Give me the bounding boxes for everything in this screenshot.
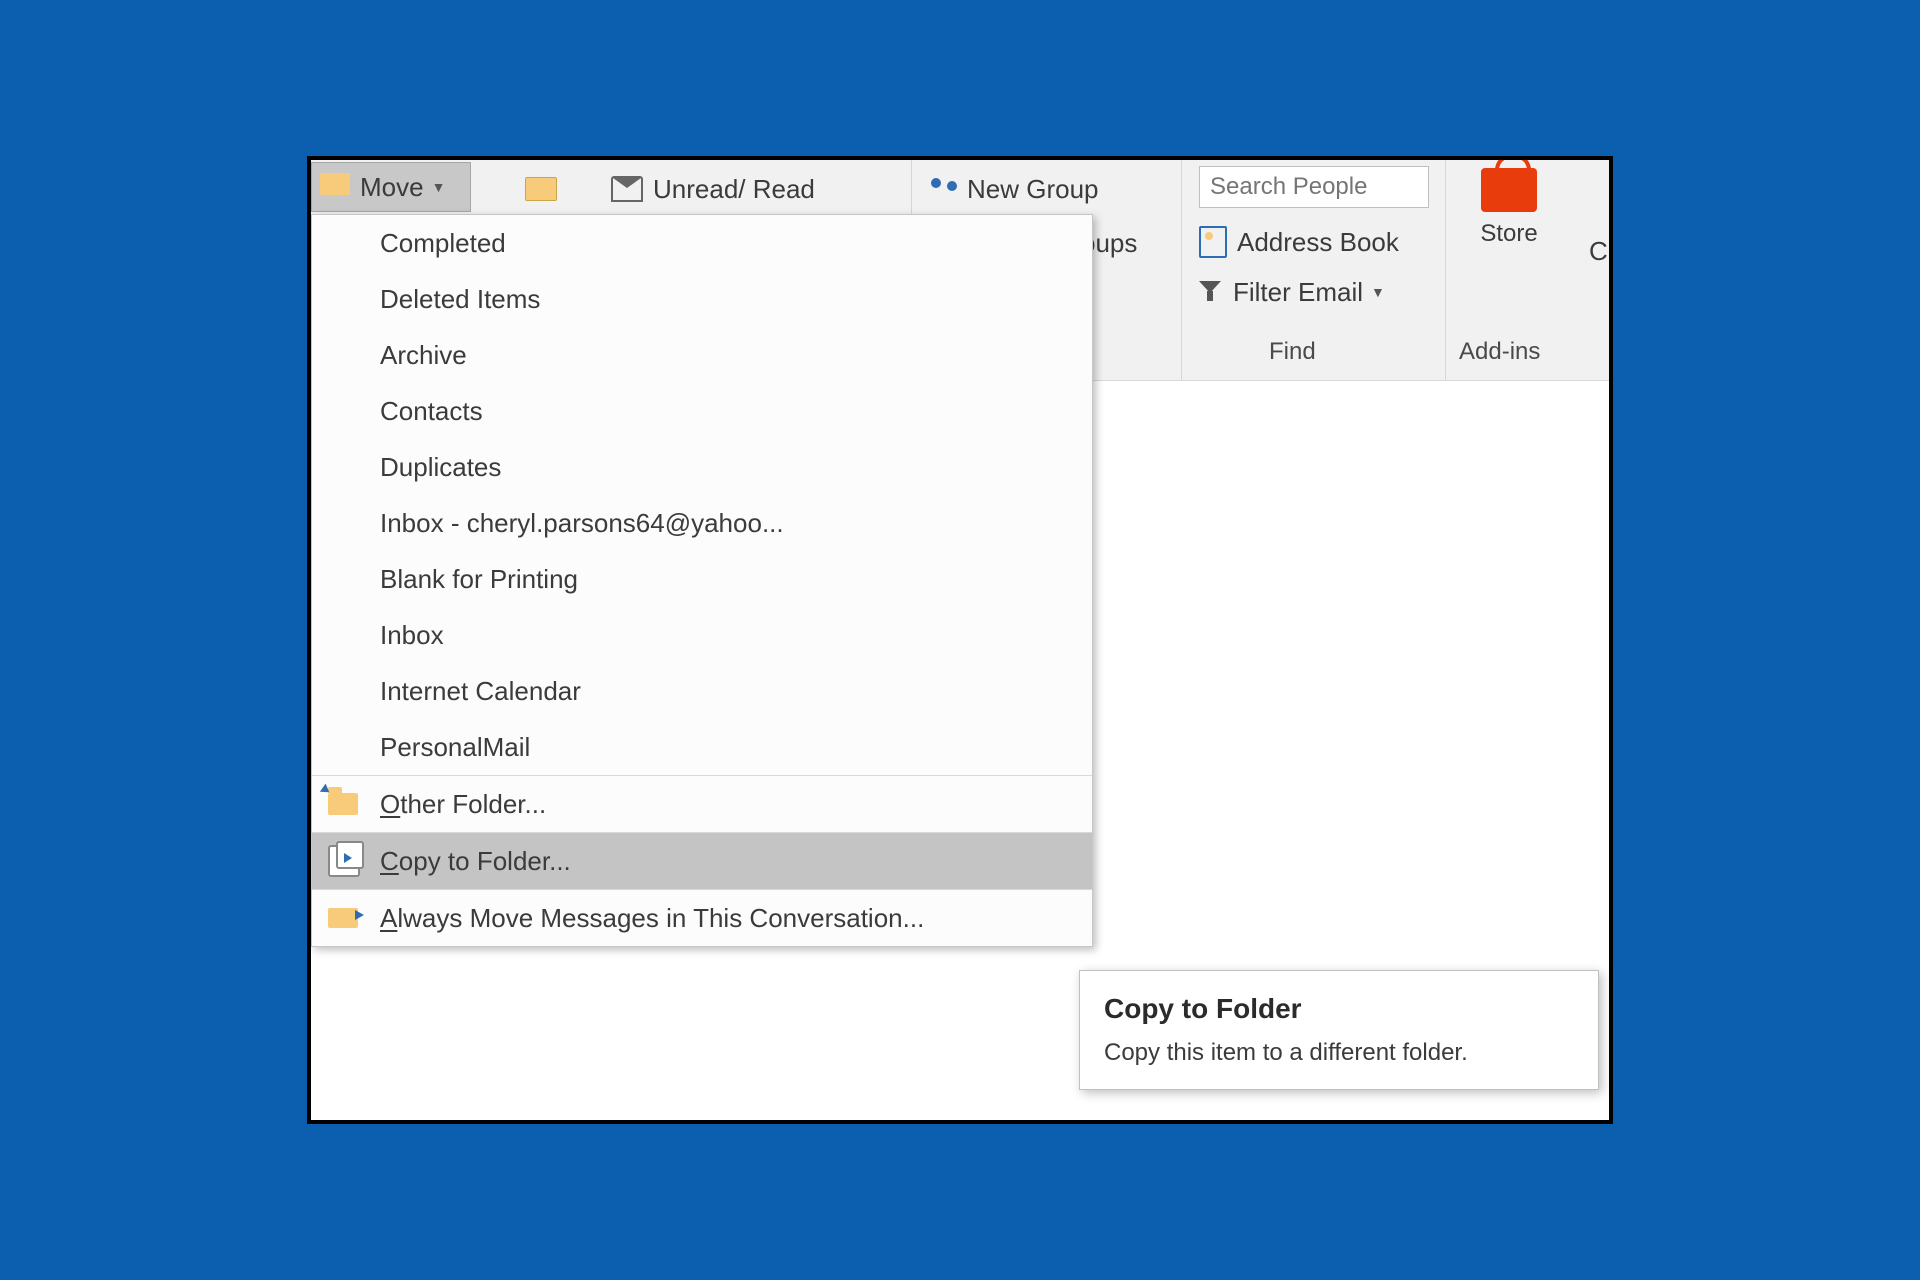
address-book-button[interactable]: Address Book [1199, 220, 1399, 264]
folder-icon [328, 793, 358, 815]
unread-label: Unread/ Read [653, 174, 815, 205]
addins-group-label: Add-ins [1459, 338, 1540, 366]
menu-item-blank-for-printing[interactable]: Blank for Printing [312, 551, 1092, 607]
menu-item-deleted-items[interactable]: Deleted Items [312, 271, 1092, 327]
find-group-label: Find [1269, 338, 1316, 366]
chevron-down-icon: ▼ [432, 179, 446, 195]
menu-item-personalmail[interactable]: PersonalMail [312, 719, 1092, 775]
filter-email-button[interactable]: Filter Email ▼ [1199, 270, 1385, 314]
new-group-label: New Group [967, 174, 1099, 205]
divider [1445, 160, 1446, 380]
menu-item-contacts[interactable]: Contacts [312, 383, 1092, 439]
move-dropdown: Completed Deleted Items Archive Contacts… [311, 214, 1093, 947]
unread-read-button[interactable]: Unread/ Read [611, 164, 815, 214]
menu-item-other-folder[interactable]: Other Folder... [312, 775, 1092, 832]
menu-item-always-move[interactable]: Always Move Messages in This Conversatio… [312, 889, 1092, 946]
menu-item-inbox[interactable]: Inbox [312, 607, 1092, 663]
chevron-down-icon: ▼ [1371, 284, 1385, 300]
menu-item-copy-to-folder[interactable]: Copy to Folder... [312, 832, 1092, 889]
menu-item-completed[interactable]: Completed [312, 215, 1092, 271]
store-icon [1481, 168, 1537, 212]
divider [911, 160, 912, 216]
move-button[interactable]: Move ▼ [311, 162, 471, 212]
divider [1181, 160, 1182, 380]
move-rule-icon [328, 908, 358, 928]
store-button[interactable]: Store [1461, 168, 1557, 248]
outlook-window: Move ▼ Unread/ Read New Group oups Addre… [307, 156, 1613, 1124]
people-icon [931, 178, 957, 200]
new-group-button[interactable]: New Group [931, 164, 1099, 214]
menu-item-internet-calendar[interactable]: Internet Calendar [312, 663, 1092, 719]
tooltip: Copy to Folder Copy this item to a diffe… [1079, 970, 1599, 1090]
move-label: Move [360, 172, 424, 203]
menu-item-inbox-account[interactable]: Inbox - cheryl.parsons64@yahoo... [312, 495, 1092, 551]
store-label: Store [1480, 220, 1537, 247]
copy-icon [328, 845, 360, 877]
filter-email-label: Filter Email [1233, 277, 1363, 308]
address-book-icon [1199, 226, 1227, 258]
menu-item-archive[interactable]: Archive [312, 327, 1092, 383]
search-people-input[interactable] [1199, 166, 1429, 208]
menu-item-duplicates[interactable]: Duplicates [312, 439, 1092, 495]
envelope-icon [525, 177, 557, 201]
rules-button[interactable] [511, 164, 571, 214]
address-book-label: Address Book [1237, 227, 1399, 258]
partial-letter: C [1589, 236, 1608, 267]
envelope-icon [611, 176, 643, 202]
tooltip-title: Copy to Folder [1104, 993, 1574, 1025]
funnel-icon [1199, 281, 1221, 303]
tooltip-body: Copy this item to a different folder. [1104, 1039, 1574, 1067]
